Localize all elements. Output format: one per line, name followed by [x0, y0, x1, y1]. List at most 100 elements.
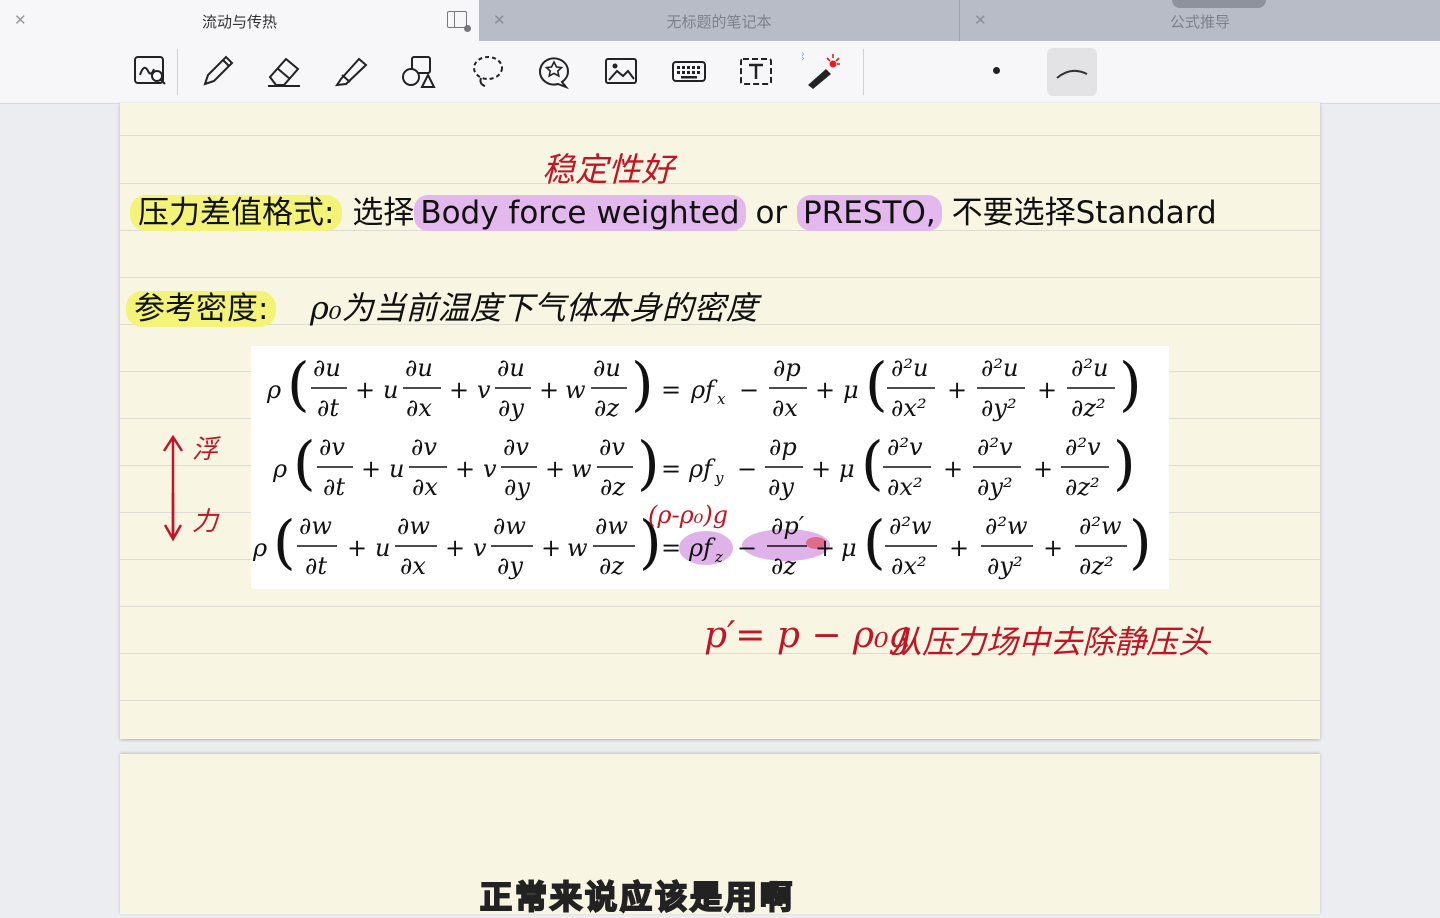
- svg-text:z: z: [714, 548, 723, 566]
- label-force-down: 力: [192, 507, 219, 537]
- svg-text:∂y²: ∂y²: [977, 473, 1013, 501]
- keyboard-icon[interactable]: [669, 51, 709, 91]
- svg-text:∂u: ∂u: [593, 354, 621, 382]
- shapes-icon[interactable]: [398, 51, 438, 91]
- svg-text:+: +: [815, 376, 835, 404]
- svg-text:∂z²: ∂z²: [1065, 473, 1100, 501]
- svg-text:(: (: [861, 429, 884, 497]
- pen-icon[interactable]: [197, 51, 237, 91]
- svg-text:+: +: [355, 376, 375, 404]
- laser-pointer-icon[interactable]: ᛒ: [799, 50, 842, 91]
- heading-reference-density: 参考密度:: [126, 291, 277, 327]
- heading-pressure-label: 压力差值格式:: [130, 195, 343, 231]
- svg-text:μ: μ: [841, 534, 857, 562]
- image-icon[interactable]: [601, 51, 641, 91]
- svg-text:+: +: [455, 455, 475, 483]
- highlighter-icon[interactable]: [331, 51, 371, 91]
- svg-text:∂x: ∂x: [772, 394, 798, 422]
- note-page[interactable]: 稳定性好 压力差值格式: 选择 Body force weighted or PR…: [120, 103, 1320, 739]
- modified-pressure-note: 从压力场中去除静压头: [890, 623, 1211, 661]
- textbox-icon[interactable]: [736, 51, 776, 91]
- annotation-density-difference: (ρ-ρ₀)g: [648, 501, 729, 529]
- svg-text:∂y²: ∂y²: [987, 552, 1023, 580]
- svg-text:+: +: [539, 376, 559, 404]
- svg-text:−: −: [737, 534, 757, 562]
- svg-text:ᛒ: ᛒ: [802, 51, 806, 63]
- eraser-icon[interactable]: [264, 51, 304, 91]
- svg-text:∂²w: ∂²w: [1079, 512, 1122, 540]
- svg-text:+: +: [943, 455, 963, 483]
- svg-text:−: −: [737, 455, 757, 483]
- svg-text:∂²u: ∂²u: [891, 354, 929, 382]
- stroke-size-dot[interactable]: [993, 67, 1000, 74]
- svg-text:∂z: ∂z: [771, 552, 796, 580]
- svg-text:=: =: [661, 534, 681, 562]
- svg-text:∂v: ∂v: [319, 433, 345, 461]
- text-or: or: [755, 195, 788, 231]
- zoom-write-icon[interactable]: [130, 51, 170, 91]
- toolbar: ᛒ: [0, 41, 1440, 104]
- reference-density-line: 参考密度:: [126, 283, 277, 328]
- svg-text:ρf: ρf: [688, 455, 716, 483]
- modified-pressure-formula: p′= p − ρ₀g: [704, 615, 912, 656]
- svg-text:+: +: [541, 534, 561, 562]
- svg-text:∂²v: ∂²v: [887, 433, 923, 461]
- svg-text:+: +: [1033, 455, 1053, 483]
- svg-text:(: (: [865, 350, 888, 418]
- svg-text:∂x: ∂x: [400, 552, 426, 580]
- svg-text:v: v: [483, 455, 497, 483]
- svg-text:∂z: ∂z: [599, 552, 624, 580]
- svg-text:∂x: ∂x: [406, 394, 432, 422]
- svg-text:∂p: ∂p: [769, 433, 797, 461]
- svg-text:ρ: ρ: [252, 534, 267, 562]
- svg-text:=: =: [661, 455, 681, 483]
- sticker-icon[interactable]: [534, 51, 574, 91]
- svg-text:+: +: [449, 376, 469, 404]
- svg-text:∂u: ∂u: [405, 354, 433, 382]
- svg-text:): ): [637, 429, 660, 497]
- svg-text:): ): [1119, 350, 1142, 418]
- pressure-scheme-line: 压力差值格式: 选择 Body force weighted or PRESTO,…: [130, 187, 1217, 232]
- tab-untitled-notebook[interactable]: ✕ 无标题的笔记本: [479, 0, 959, 41]
- lasso-icon[interactable]: [467, 51, 507, 91]
- stroke-style-button[interactable]: [1047, 48, 1097, 96]
- svg-text:+: +: [445, 534, 465, 562]
- svg-text:∂w: ∂w: [397, 512, 430, 540]
- drag-handle[interactable]: [1172, 0, 1266, 8]
- split-view-icon[interactable]: [447, 11, 471, 32]
- svg-text:(: (: [287, 350, 310, 418]
- svg-text:∂²w: ∂²w: [985, 512, 1028, 540]
- svg-text:+: +: [361, 455, 381, 483]
- svg-text:∂z²: ∂z²: [1079, 552, 1114, 580]
- svg-text:+: +: [947, 376, 967, 404]
- svg-text:=: =: [661, 376, 681, 404]
- svg-text:∂x²: ∂x²: [891, 552, 927, 580]
- svg-text:): ): [1129, 508, 1152, 576]
- svg-text:+: +: [815, 534, 835, 562]
- svg-text:w: w: [571, 455, 592, 483]
- svg-text:∂v: ∂v: [503, 433, 529, 461]
- option-body-force-weighted: Body force weighted: [414, 195, 746, 231]
- svg-text:+: +: [949, 534, 969, 562]
- svg-text:∂y²: ∂y²: [981, 394, 1017, 422]
- svg-text:∂w: ∂w: [595, 512, 628, 540]
- svg-text:∂t: ∂t: [317, 394, 339, 422]
- svg-text:∂²w: ∂²w: [889, 512, 932, 540]
- svg-text:∂²u: ∂²u: [1071, 354, 1109, 382]
- tab-bar: ✕ 流动与传热 ✕ 无标题的笔记本 ✕ 公式推导: [0, 0, 1440, 41]
- svg-text:∂w: ∂w: [299, 512, 332, 540]
- tab-flow-heat[interactable]: ✕ 流动与传热: [0, 0, 479, 41]
- video-subtitle: 正常来说应该是用啊: [479, 877, 796, 917]
- svg-text:x: x: [717, 390, 726, 408]
- svg-text:∂v: ∂v: [411, 433, 437, 461]
- svg-text:u: u: [389, 455, 404, 483]
- svg-text:∂y: ∂y: [497, 552, 523, 580]
- svg-text:∂x²: ∂x²: [891, 394, 927, 422]
- svg-text:+: +: [347, 534, 367, 562]
- svg-text:+: +: [545, 455, 565, 483]
- svg-text:y: y: [714, 469, 724, 487]
- text-select: 选择: [352, 195, 415, 231]
- tab-label: 无标题的笔记本: [666, 13, 772, 31]
- svg-text:∂y: ∂y: [504, 473, 530, 501]
- svg-text:∂z: ∂z: [594, 394, 619, 422]
